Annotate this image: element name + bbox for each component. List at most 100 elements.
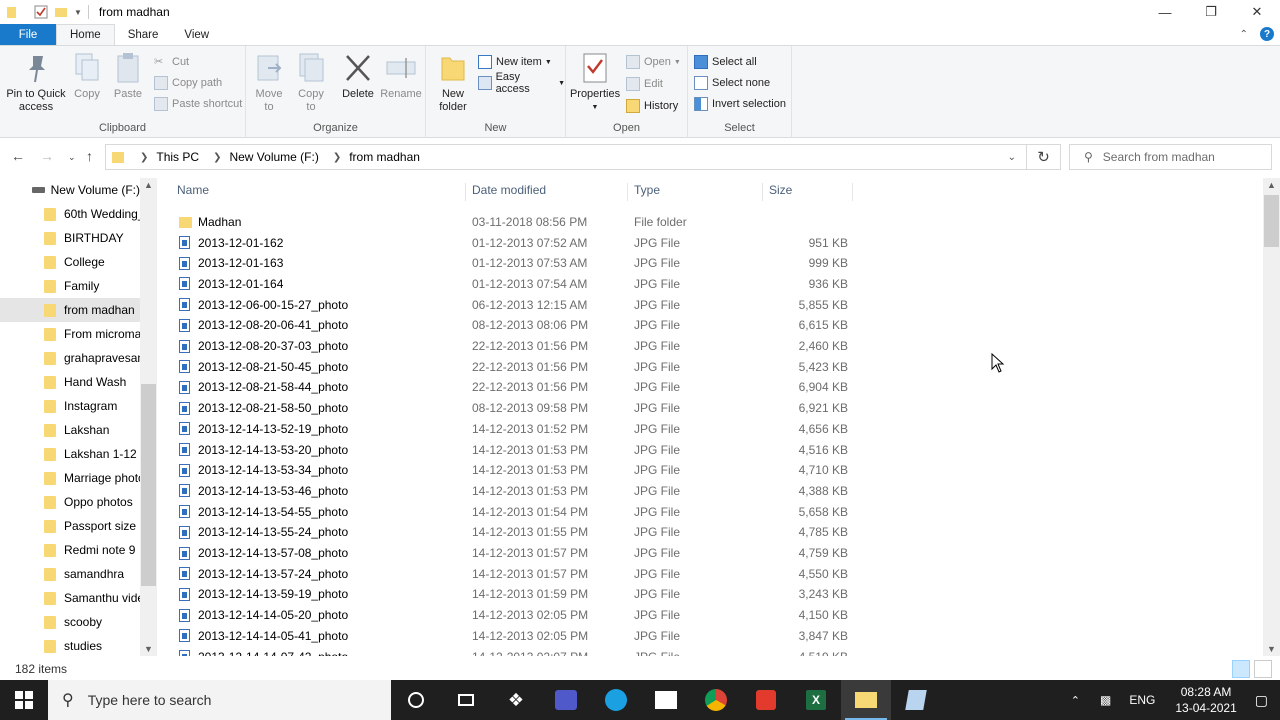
address-dropdown-icon[interactable]: ⌄: [1008, 152, 1016, 163]
select-all-button[interactable]: Select all: [694, 53, 757, 71]
breadcrumb-new-volume[interactable]: New Volume (F:): [229, 150, 318, 164]
scroll-up-arrow-icon[interactable]: ▲: [144, 180, 153, 190]
back-arrow-icon[interactable]: ←: [11, 148, 25, 164]
taskbar-search-box[interactable]: ⚲ Type here to search: [48, 680, 391, 720]
breadcrumb-from-madhan[interactable]: from madhan: [349, 150, 420, 164]
minimize-button[interactable]: —: [1142, 0, 1188, 24]
new-item-button[interactable]: New item ▼: [478, 53, 552, 71]
recent-locations-dropdown-icon[interactable]: ⌄: [68, 152, 76, 163]
file-list-scrollbar[interactable]: ▲ ▼: [1263, 178, 1280, 656]
chevron-right-icon[interactable]: ❯: [140, 152, 148, 163]
properties-quick-icon[interactable]: [34, 5, 48, 19]
nav-folder-item[interactable]: from madhan: [0, 298, 140, 322]
nav-folder-item[interactable]: College: [0, 250, 140, 274]
nav-folder-item[interactable]: BIRTHDAY: [0, 226, 140, 250]
nav-folder-item[interactable]: Lakshan 1-12: [0, 442, 140, 466]
nav-folder-item[interactable]: Samanthu vide: [0, 586, 140, 610]
store-icon[interactable]: [641, 680, 691, 720]
nav-folder-item[interactable]: samandhra: [0, 562, 140, 586]
tab-share[interactable]: Share: [115, 24, 172, 46]
new-folder-button[interactable]: New folder: [436, 52, 470, 114]
dropbox-icon[interactable]: ❖: [491, 680, 541, 720]
breadcrumb-this-pc[interactable]: This PC: [156, 150, 199, 164]
easy-access-button[interactable]: Easy access ▼: [478, 71, 565, 95]
nav-folder-item[interactable]: Instagram: [0, 394, 140, 418]
file-row[interactable]: 2013-12-01-162 01-12-2013 07:52 AM JPG Fil…: [173, 232, 863, 253]
nav-pane-scroll-thumb[interactable]: [141, 384, 156, 586]
nav-folder-item[interactable]: Marriage photo: [0, 466, 140, 490]
column-header-size[interactable]: Size: [752, 183, 853, 201]
chevron-right-icon[interactable]: ❯: [333, 152, 341, 163]
nav-folder-item[interactable]: Oppo photos: [0, 490, 140, 514]
nav-folder-item[interactable]: grahapravesam: [0, 346, 140, 370]
invert-selection-button[interactable]: Invert selection: [694, 95, 786, 113]
select-none-button[interactable]: Select none: [694, 74, 770, 92]
file-row[interactable]: 2013-12-14-14-05-20_photo 14-12-2013 02:0…: [173, 605, 863, 626]
file-row[interactable]: 2013-12-14-13-55-24_photo 14-12-2013 01:5…: [173, 522, 863, 543]
move-to-button[interactable]: Move to: [252, 52, 286, 114]
file-row[interactable]: 2013-12-08-21-50-45_photo 22-12-2013 01:5…: [173, 356, 863, 377]
large-icons-view-icon[interactable]: [1254, 660, 1272, 678]
scroll-down-arrow-icon[interactable]: ▼: [144, 644, 153, 654]
file-row[interactable]: 2013-12-14-13-53-20_photo 14-12-2013 01:5…: [173, 439, 863, 460]
cortana-icon[interactable]: [391, 680, 441, 720]
screen-recorder-icon[interactable]: [741, 680, 791, 720]
file-row[interactable]: 2013-12-08-21-58-44_photo 22-12-2013 01:5…: [173, 377, 863, 398]
language-indicator[interactable]: ENG: [1129, 693, 1155, 707]
file-list-scroll-thumb[interactable]: [1264, 195, 1279, 247]
restore-button[interactable]: ❐: [1188, 0, 1234, 24]
pin-to-quick-access-button[interactable]: Pin to Quick access: [6, 52, 66, 114]
column-header-type[interactable]: Type: [617, 183, 763, 201]
file-row[interactable]: 2013-12-01-164 01-12-2013 07:54 AM JPG Fil…: [173, 274, 863, 295]
file-row[interactable]: 2013-12-14-13-59-19_photo 14-12-2013 01:5…: [173, 584, 863, 605]
nav-folder-item[interactable]: studies: [0, 634, 140, 656]
excel-icon[interactable]: X: [791, 680, 841, 720]
delete-button[interactable]: Delete: [340, 52, 376, 101]
paste-button[interactable]: Paste: [112, 52, 144, 101]
paste-shortcut-button[interactable]: Paste shortcut: [154, 95, 242, 113]
nav-folder-item[interactable]: From microma: [0, 322, 140, 346]
cut-button[interactable]: ✂ Cut: [154, 53, 189, 71]
file-row[interactable]: 2013-12-08-20-37-03_photo 22-12-2013 01:5…: [173, 336, 863, 357]
properties-button[interactable]: Properties ▼: [570, 52, 620, 114]
tab-home[interactable]: Home: [56, 24, 115, 46]
file-row[interactable]: 2013-12-14-13-57-24_photo 14-12-2013 01:5…: [173, 563, 863, 584]
nav-folder-item[interactable]: 60th Wedding_: [0, 202, 140, 226]
tab-view[interactable]: View: [171, 24, 222, 46]
help-icon[interactable]: ?: [1260, 27, 1274, 41]
file-row[interactable]: 2013-12-14-13-53-46_photo 14-12-2013 01:5…: [173, 481, 863, 502]
new-folder-quick-icon[interactable]: [54, 5, 68, 19]
scroll-up-arrow-icon[interactable]: ▲: [1267, 180, 1276, 190]
column-header-name[interactable]: Name: [160, 183, 466, 201]
task-view-icon[interactable]: [441, 680, 491, 720]
details-view-icon[interactable]: [1232, 660, 1250, 678]
file-row[interactable]: 2013-12-14-13-53-34_photo 14-12-2013 01:5…: [173, 460, 863, 481]
scroll-down-arrow-icon[interactable]: ▼: [1267, 644, 1276, 654]
open-button[interactable]: Open ▼: [626, 53, 681, 71]
close-button[interactable]: ✕: [1234, 0, 1280, 24]
file-row[interactable]: 2013-12-06-00-15-27_photo 06-12-2013 12:1…: [173, 294, 863, 315]
address-bar[interactable]: ❯ This PC ❯ New Volume (F:) ❯ from madha…: [105, 144, 1027, 170]
file-row[interactable]: Madhan 03-11-2018 08:56 PM File folder: [173, 212, 863, 233]
nav-folder-item[interactable]: Family: [0, 274, 140, 298]
forward-arrow-icon[interactable]: →: [40, 148, 54, 164]
quick-access-dropdown-icon[interactable]: ▼: [74, 8, 82, 17]
refresh-button[interactable]: ↻: [1027, 144, 1061, 170]
clock[interactable]: 08:28 AM 13-04-2021: [1175, 684, 1236, 716]
device-icon[interactable]: ▩: [1100, 693, 1111, 707]
nav-folder-item[interactable]: scooby: [0, 610, 140, 634]
tab-file[interactable]: File: [0, 24, 56, 46]
file-row[interactable]: 2013-12-14-13-52-19_photo 14-12-2013 01:5…: [173, 419, 863, 440]
chrome-icon[interactable]: [691, 680, 741, 720]
file-row[interactable]: 2013-12-08-21-58-50_photo 08-12-2013 09:5…: [173, 398, 863, 419]
file-row[interactable]: 2013-12-14-14-07-42_photo 14-12-2013 02:0…: [173, 646, 863, 656]
file-row[interactable]: 2013-12-14-13-54-55_photo 14-12-2013 01:5…: [173, 501, 863, 522]
file-row[interactable]: 2013-12-08-20-06-41_photo 08-12-2013 08:0…: [173, 315, 863, 336]
teams-icon[interactable]: [541, 680, 591, 720]
nav-drive-item[interactable]: New Volume (F:): [0, 178, 140, 202]
file-explorer-icon[interactable]: [841, 680, 891, 720]
file-row[interactable]: 2013-12-14-14-05-41_photo 14-12-2013 02:0…: [173, 626, 863, 647]
edit-button[interactable]: Edit: [626, 75, 663, 93]
nav-pane-scrollbar[interactable]: ▲ ▼: [140, 178, 157, 656]
nav-folder-item[interactable]: Redmi note 9: [0, 538, 140, 562]
